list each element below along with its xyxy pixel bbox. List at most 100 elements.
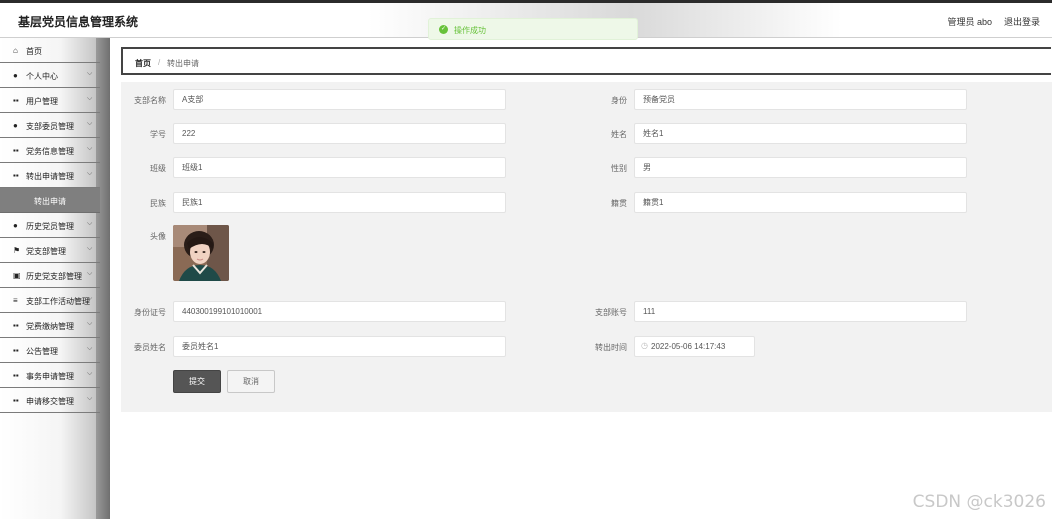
chevron-down-icon: ⌵ <box>87 170 93 177</box>
list-icon: ≡ <box>13 296 18 305</box>
transfer-time-label: 转出时间 <box>595 343 627 352</box>
student-no-label: 学号 <box>150 130 166 139</box>
sidebar-item[interactable]: ≡ 支部工作活动管理 ⌵ <box>0 288 100 313</box>
class-field[interactable]: 班级1 <box>173 157 506 178</box>
submit-button[interactable]: 提交 <box>173 370 221 393</box>
chevron-down-icon: ⌵ <box>87 395 93 402</box>
sidebar-item-label: 党费缴纳管理 <box>26 322 74 331</box>
native-place-field[interactable]: 籍贯1 <box>634 192 967 213</box>
sidebar-item-label: 历史党员管理 <box>26 222 74 231</box>
avatar-photo[interactable] <box>173 225 229 281</box>
grid-icon: ▪▪ <box>13 321 19 330</box>
sidebar-item[interactable]: ● 支部委员管理 ⌵ <box>0 113 100 138</box>
branch-account-field[interactable]: 111 <box>634 301 967 322</box>
sidebar-item-label: 党支部管理 <box>26 247 66 256</box>
chevron-down-icon: ⌵ <box>87 345 93 352</box>
grid-icon: ▪▪ <box>13 96 19 105</box>
committee-name-field[interactable]: 委员姓名1 <box>173 336 506 357</box>
gender-label: 性别 <box>611 164 627 173</box>
sidebar-item-label: 公告管理 <box>26 347 58 356</box>
branch-name-field[interactable]: A支部 <box>173 89 506 110</box>
grid-icon: ▪▪ <box>13 396 19 405</box>
sidebar-item[interactable]: ● 个人中心 ⌵ <box>0 63 100 88</box>
logout-link[interactable]: 退出登录 <box>1004 15 1040 28</box>
sidebar-item-label: 首页 <box>26 47 42 56</box>
sidebar-item[interactable]: ▪▪ 党费缴纳管理 ⌵ <box>0 313 100 338</box>
sidebar-item-label: 申请移交管理 <box>26 397 74 406</box>
sidebar-subitem-label: 转出申请 <box>34 197 66 206</box>
sidebar-item[interactable]: ▪▪ 申请移交管理 ⌵ <box>0 388 100 413</box>
grid-icon: ▪▪ <box>13 371 19 380</box>
avatar-label: 头像 <box>150 232 166 241</box>
success-toast: ✓ 操作成功 <box>428 18 638 40</box>
chevron-down-icon: ⌵ <box>87 245 93 252</box>
chevron-down-icon: ⌵ <box>87 220 93 227</box>
flag-icon: ⚑ <box>13 246 21 255</box>
ethnicity-label: 民族 <box>150 199 166 208</box>
sidebar-item[interactable]: ▪▪ 事务申请管理 ⌵ <box>0 363 100 388</box>
toast-message: 操作成功 <box>454 26 486 35</box>
chevron-down-icon: ⌵ <box>87 320 93 327</box>
sidebar-item-label: 党务信息管理 <box>26 147 74 156</box>
student-no-field[interactable]: 222 <box>173 123 506 144</box>
sidebar-subitem-active[interactable]: 转出申请 <box>0 188 100 213</box>
sidebar-item-label: 事务申请管理 <box>26 372 74 381</box>
ethnicity-field[interactable]: 民族1 <box>173 192 506 213</box>
header-top-border <box>0 0 1052 3</box>
breadcrumb: 首页 / 转出申请 <box>121 47 1051 75</box>
success-check-icon: ✓ <box>439 25 448 34</box>
branch-account-label: 支部账号 <box>595 308 627 317</box>
grid-icon: ▪▪ <box>13 346 19 355</box>
identity-field[interactable]: 预备党员 <box>634 89 967 110</box>
sidebar-item-label: 转出申请管理 <box>26 172 74 181</box>
chevron-down-icon: ⌵ <box>87 295 93 302</box>
chevron-down-icon: ⌵ <box>87 120 93 127</box>
breadcrumb-home[interactable]: 首页 <box>135 58 151 69</box>
breadcrumb-separator: / <box>158 58 161 67</box>
user-icon: ● <box>13 221 18 230</box>
csdn-watermark: CSDN @ck3026 <box>912 492 1046 512</box>
sidebar-item[interactable]: ▣ 历史党支部管理 ⌵ <box>0 263 100 288</box>
sidebar-item[interactable]: ▪▪ 公告管理 ⌵ <box>0 338 100 363</box>
sidebar-item-label: 支部工作活动管理 <box>26 297 90 306</box>
committee-name-label: 委员姓名 <box>134 343 166 352</box>
archive-icon: ▣ <box>13 271 21 280</box>
home-icon: ⌂ <box>13 46 18 55</box>
sidebar-item[interactable]: ⌂ 首页 <box>0 38 100 63</box>
grid-icon: ▪▪ <box>13 171 19 180</box>
transfer-time-picker[interactable]: ◷ 2022-05-06 14:17:43 <box>634 336 755 357</box>
user-icon: ● <box>13 121 18 130</box>
breadcrumb-current: 转出申请 <box>167 59 199 68</box>
sidebar-item-label: 个人中心 <box>26 72 58 81</box>
transfer-time-value: 2022-05-06 14:17:43 <box>651 342 726 351</box>
sidebar-item-label: 用户管理 <box>26 97 58 106</box>
chevron-down-icon: ⌵ <box>87 70 93 77</box>
identity-label: 身份 <box>611 96 627 105</box>
cancel-button[interactable]: 取消 <box>227 370 275 393</box>
sidebar-item[interactable]: ▪▪ 党务信息管理 ⌵ <box>0 138 100 163</box>
chevron-down-icon: ⌵ <box>87 95 93 102</box>
id-card-label: 身份证号 <box>134 308 166 317</box>
id-card-field[interactable]: 440300199101010001 <box>173 301 506 322</box>
app-title: 基层党员信息管理系统 <box>18 15 139 29</box>
gender-field[interactable]: 男 <box>634 157 967 178</box>
chevron-down-icon: ⌵ <box>87 370 93 377</box>
sidebar-item[interactable]: ⚑ 党支部管理 ⌵ <box>0 238 100 263</box>
chevron-down-icon: ⌵ <box>87 145 93 152</box>
sidebar-item[interactable]: ● 历史党员管理 ⌵ <box>0 213 100 238</box>
grid-icon: ▪▪ <box>13 146 19 155</box>
class-label: 班级 <box>150 164 166 173</box>
name-field[interactable]: 姓名1 <box>634 123 967 144</box>
branch-name-label: 支部名称 <box>134 96 166 105</box>
sidebar-item-label: 支部委员管理 <box>26 122 74 131</box>
native-place-label: 籍贯 <box>611 199 627 208</box>
sidebar-item[interactable]: ▪▪ 用户管理 ⌵ <box>0 88 100 113</box>
user-icon: ● <box>13 71 18 80</box>
clock-icon: ◷ <box>641 341 648 350</box>
avatar-portrait-image <box>173 225 229 281</box>
name-label: 姓名 <box>611 130 627 139</box>
sidebar-item[interactable]: ▪▪ 转出申请管理 ⌵ <box>0 163 100 188</box>
sidebar-item-label: 历史党支部管理 <box>26 272 82 281</box>
chevron-down-icon: ⌵ <box>87 270 93 277</box>
current-user: 管理员 abo <box>947 17 992 27</box>
